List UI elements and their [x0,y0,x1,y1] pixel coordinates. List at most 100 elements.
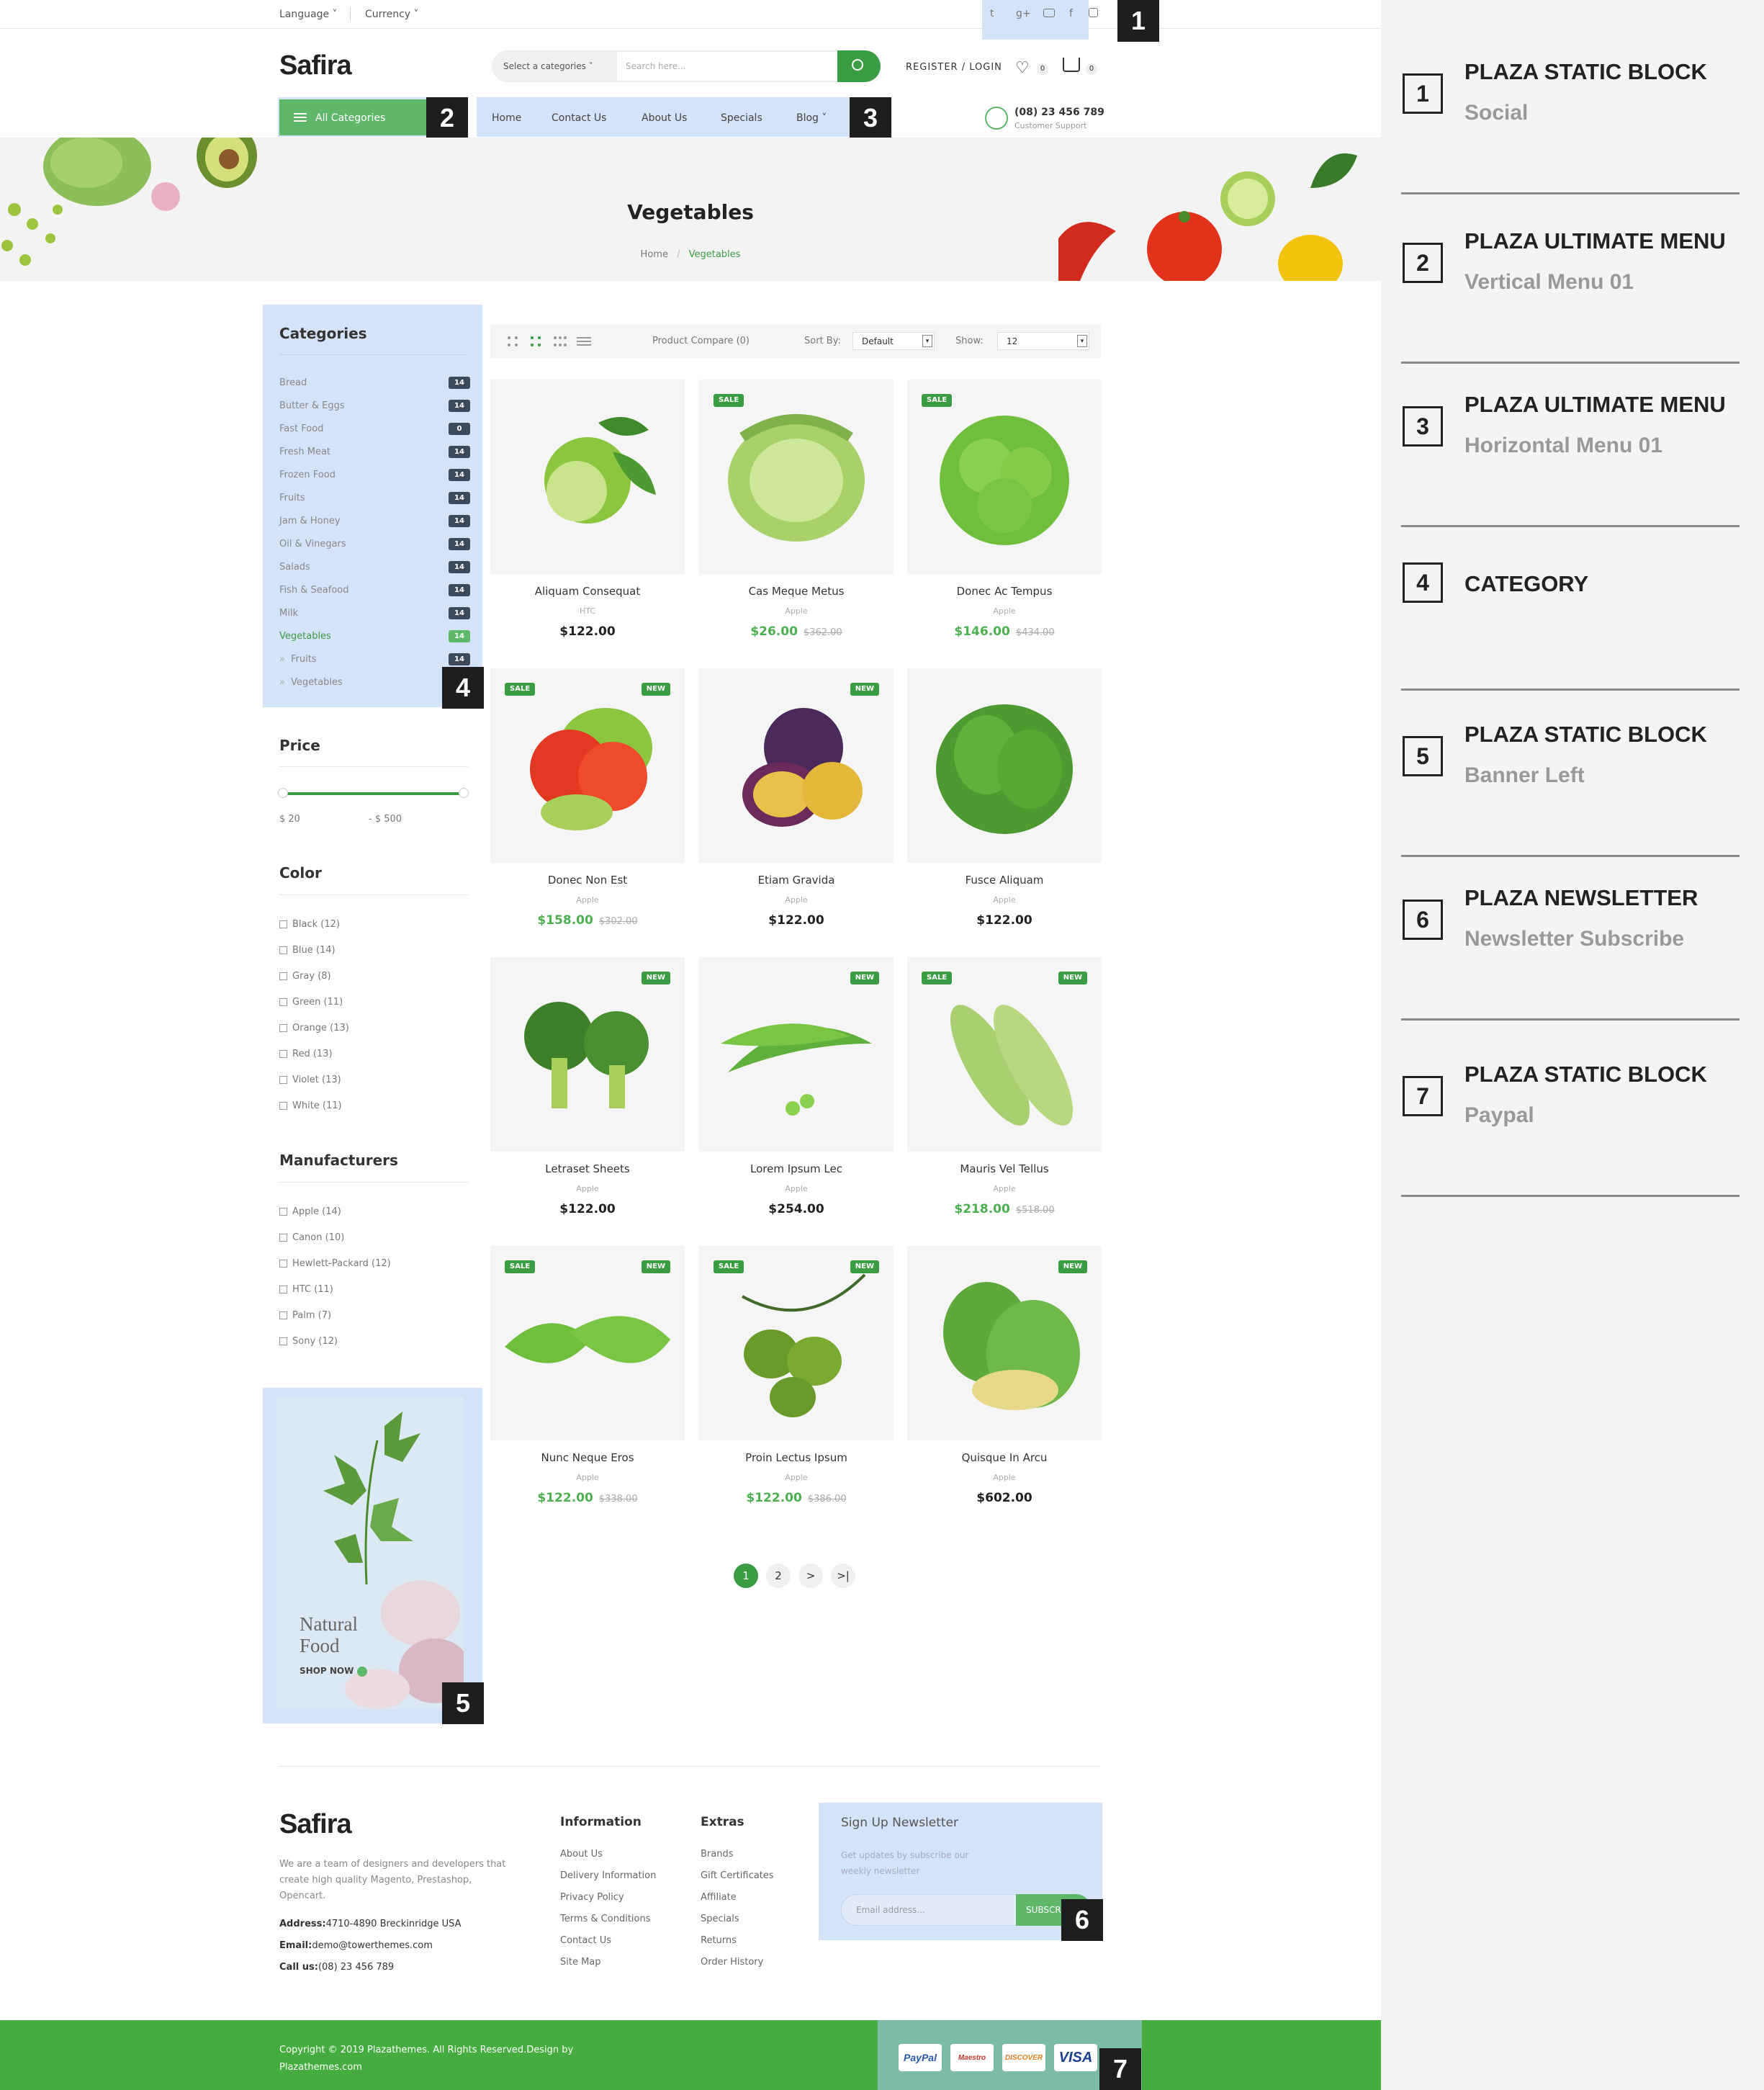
product-image[interactable]: SALE [907,380,1102,574]
product-card[interactable]: SALE NEW Mauris Vel Tellus Apple $218.00 $518… [907,957,1102,1222]
product-card[interactable]: SALE NEW Donec Non Est Apple $158.00 $302.00 [490,668,685,933]
checkbox-icon[interactable] [279,1050,287,1058]
product-image[interactable]: SALE NEW [490,668,685,863]
footer-link[interactable]: About Us [560,1849,603,1860]
youtube-icon[interactable] [1043,9,1055,17]
manufacturer-filter-item[interactable]: Sony (12) [279,1336,338,1347]
checkbox-icon[interactable] [279,1076,287,1084]
category-item[interactable]: Jam & Honey 14 [279,509,470,532]
product-name[interactable]: Etiam Gravida [699,874,894,887]
product-image[interactable] [907,668,1102,863]
facebook-icon[interactable]: f [1069,8,1073,19]
category-item[interactable]: Fruits 14 [279,486,470,509]
price-slider-max-handle[interactable] [459,788,469,798]
search-button[interactable] [837,50,881,82]
category-select[interactable]: Select a categories ˅ [503,61,593,71]
twitter-icon[interactable]: t [990,8,994,19]
footer-link[interactable]: Gift Certificates [701,1870,774,1881]
color-filter-item[interactable]: Red (13) [279,1049,333,1059]
copyright-line[interactable]: Plazathemes.com [279,2059,573,2076]
product-name[interactable]: Donec Non Est [490,874,685,887]
nav-blog[interactable]: Blog ˅ [796,112,827,124]
nav-home[interactable]: Home [492,112,521,124]
product-name[interactable]: Donec Ac Tempus [907,585,1102,598]
product-card[interactable]: SALE NEW Nunc Neque Eros Apple $122.00 $338.0… [490,1246,685,1511]
checkbox-icon[interactable] [279,998,287,1006]
grid-2-view-icon[interactable] [508,336,518,346]
checkbox-icon[interactable] [279,1286,287,1293]
category-item[interactable]: Milk 14 [279,601,470,624]
color-filter-item[interactable]: White (11) [279,1100,342,1111]
footer-link[interactable]: Affiliate [701,1892,737,1903]
page-button[interactable]: 1 [734,1564,758,1588]
checkbox-icon[interactable] [279,1208,287,1216]
product-card[interactable]: NEW Etiam Gravida Apple $122.00 [699,668,894,933]
breadcrumb-home[interactable]: Home [641,249,668,260]
checkbox-icon[interactable] [279,920,287,928]
footer-link[interactable]: Order History [701,1957,763,1968]
color-filter-item[interactable]: Gray (8) [279,971,331,982]
grid-4-view-icon[interactable] [554,336,567,346]
page-button[interactable]: 2 [766,1564,791,1588]
footer-link[interactable]: Returns [701,1935,737,1946]
color-filter-item[interactable]: Violet (13) [279,1075,341,1085]
manufacturer-filter-item[interactable]: Hewlett-Packard (12) [279,1258,391,1269]
search-input[interactable]: Search here... [617,52,837,81]
category-item[interactable]: Salads 14 [279,555,470,578]
product-image[interactable]: SALE NEW [699,1246,894,1440]
product-name[interactable]: Quisque In Arcu [907,1451,1102,1464]
product-card[interactable]: SALE Cas Meque Metus Apple $26.00 $362.00 [699,380,894,645]
grid-3-view-icon[interactable] [531,336,541,346]
product-image[interactable]: NEW [699,957,894,1152]
footer-link[interactable]: Privacy Policy [560,1892,624,1903]
footer-link[interactable]: Delivery Information [560,1870,656,1881]
product-card[interactable]: NEW Letraset Sheets Apple $122.00 [490,957,685,1222]
instagram-icon[interactable] [1089,8,1098,17]
footer-link[interactable]: Specials [701,1914,739,1924]
product-image[interactable]: NEW [490,957,685,1152]
product-card[interactable]: Aliquam Consequat HTC $122.00 [490,380,685,645]
nav-about[interactable]: About Us [642,112,687,124]
checkbox-icon[interactable] [279,946,287,954]
product-name[interactable]: Aliquam Consequat [490,585,685,598]
category-item[interactable]: Bread 14 [279,371,470,394]
nav-specials[interactable]: Specials [721,112,762,124]
product-name[interactable]: Letraset Sheets [490,1162,685,1175]
footer-logo[interactable]: Safira [279,1809,352,1840]
product-name[interactable]: Cas Meque Metus [699,585,894,598]
product-name[interactable]: Proin Lectus Ipsum [699,1451,894,1464]
category-item[interactable]: Oil & Vinegars 14 [279,532,470,555]
page-button[interactable]: >| [831,1564,855,1588]
checkbox-icon[interactable] [279,1311,287,1319]
checkbox-icon[interactable] [279,1337,287,1345]
product-image[interactable]: NEW [699,668,894,863]
checkbox-icon[interactable] [279,1024,287,1032]
language-select[interactable]: Language ˅ [279,9,338,20]
all-categories-button[interactable]: All Categories [279,99,431,135]
heart-icon[interactable]: ♡ [1015,59,1030,77]
product-image[interactable]: SALE NEW [490,1246,685,1440]
checkbox-icon[interactable] [279,1102,287,1110]
shop-now-link[interactable]: SHOP NOW [300,1666,367,1677]
checkbox-icon[interactable] [279,1234,287,1242]
product-name[interactable]: Mauris Vel Tellus [907,1162,1102,1175]
product-image[interactable] [490,380,685,574]
product-image[interactable]: SALE NEW [907,957,1102,1152]
manufacturer-filter-item[interactable]: Palm (7) [279,1310,331,1321]
manufacturer-filter-item[interactable]: HTC (11) [279,1284,333,1295]
checkbox-icon[interactable] [279,972,287,980]
color-filter-item[interactable]: Black (12) [279,919,340,930]
google-plus-icon[interactable]: g+ [1016,8,1031,19]
category-item[interactable]: Vegetables 14 [279,624,470,647]
product-card[interactable]: Fusce Aliquam Apple $122.00 [907,668,1102,933]
product-image[interactable]: NEW [907,1246,1102,1440]
checkbox-icon[interactable] [279,1260,287,1268]
price-slider-track[interactable] [284,792,464,795]
product-card[interactable]: SALE NEW Proin Lectus Ipsum Apple $122.00 $38… [699,1246,894,1511]
product-compare-link[interactable]: Product Compare (0) [652,336,750,346]
color-filter-item[interactable]: Blue (14) [279,945,336,956]
footer-link[interactable]: Contact Us [560,1935,611,1946]
product-name[interactable]: Nunc Neque Eros [490,1451,685,1464]
product-card[interactable]: NEW Lorem Ipsum Lec Apple $254.00 [699,957,894,1222]
currency-select[interactable]: Currency ˅ [365,9,419,20]
